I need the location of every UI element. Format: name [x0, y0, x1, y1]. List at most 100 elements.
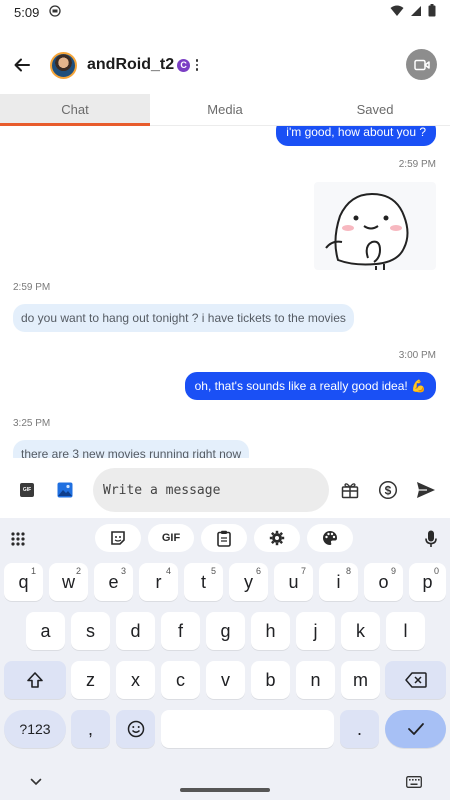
message-input[interactable] — [93, 468, 329, 512]
key-label: o — [378, 571, 389, 592]
checkmark-icon — [407, 723, 424, 735]
gif-keyboard-button[interactable]: GIF — [148, 524, 194, 552]
username[interactable]: andRoid_t2 — [87, 56, 174, 74]
outgoing-message[interactable]: oh, that's sounds like a really good ide… — [184, 372, 436, 400]
gif-button[interactable]: GIF — [8, 471, 46, 509]
cell-signal-icon — [410, 5, 422, 20]
key-a[interactable]: a — [26, 612, 65, 650]
key-f[interactable]: f — [161, 612, 200, 650]
clipboard-button[interactable] — [201, 524, 247, 552]
tab-chat[interactable]: Chat — [0, 94, 150, 126]
key-r[interactable]: r4 — [139, 563, 178, 601]
status-time: 5:09 — [14, 4, 40, 20]
gift-button[interactable] — [331, 471, 369, 509]
key-h[interactable]: h — [251, 612, 290, 650]
emoji-icon — [127, 720, 144, 738]
key-p[interactable]: p0 — [409, 563, 446, 601]
key-label: u — [288, 571, 299, 592]
outgoing-message[interactable]: i'm good, how about you ? — [276, 126, 436, 146]
mic-icon — [425, 530, 437, 547]
key-hint: 9 — [390, 566, 396, 576]
theme-button[interactable] — [307, 524, 353, 552]
keyboard-icon — [406, 776, 422, 788]
key-g[interactable]: g — [206, 612, 245, 650]
sticker-icon — [111, 531, 125, 545]
key-e[interactable]: e3 — [94, 563, 133, 601]
settings-icon — [269, 530, 285, 546]
key-w[interactable]: w2 — [49, 563, 88, 601]
comma-key[interactable]: , — [71, 710, 110, 748]
emoji-key[interactable] — [116, 710, 155, 748]
key-hint: 0 — [433, 566, 439, 576]
message-list[interactable]: i'm good, how about you ? 2:59 PM 2:59 P… — [0, 126, 450, 458]
key-label: q — [18, 571, 29, 592]
hide-keyboard-button[interactable] — [26, 772, 46, 792]
key-t[interactable]: t5 — [184, 563, 223, 601]
key-hint: 1 — [30, 566, 36, 576]
more-options-button[interactable] — [192, 55, 202, 75]
key-label: w — [62, 571, 75, 592]
symbols-key[interactable]: ?123 — [4, 710, 66, 748]
sticker-image[interactable] — [314, 182, 436, 270]
incoming-message[interactable]: do you want to hang out tonight ? i have… — [13, 304, 354, 332]
enter-key[interactable] — [385, 710, 446, 748]
key-label: t — [200, 571, 206, 592]
key-c[interactable]: c — [161, 661, 200, 699]
image-icon — [57, 482, 73, 498]
key-j[interactable]: j — [296, 612, 335, 650]
tab-bar: Chat Media Saved — [0, 94, 450, 126]
gift-icon — [341, 483, 359, 499]
space-key[interactable] — [161, 710, 334, 748]
message-timestamp: 2:59 PM — [398, 159, 436, 170]
key-q[interactable]: q1 — [4, 563, 43, 601]
key-k[interactable]: k — [341, 612, 380, 650]
key-hint: 6 — [255, 566, 261, 576]
send-button[interactable] — [407, 471, 445, 509]
voice-input-button[interactable] — [418, 526, 444, 552]
key-u[interactable]: u7 — [274, 563, 313, 601]
message-composer: GIF $ — [0, 462, 450, 518]
key-x[interactable]: x — [116, 661, 155, 699]
key-b[interactable]: b — [251, 661, 290, 699]
key-s[interactable]: s — [71, 612, 110, 650]
key-label: y — [244, 571, 253, 592]
incoming-message[interactable]: there are 3 new movies running right now — [13, 440, 250, 458]
key-z[interactable]: z — [71, 661, 110, 699]
switch-keyboard-button[interactable] — [404, 772, 424, 792]
key-hint: 4 — [165, 566, 171, 576]
chat-header: andRoid_t2 C — [0, 40, 450, 90]
key-y[interactable]: y6 — [229, 563, 268, 601]
period-key[interactable]: . — [340, 710, 379, 748]
video-call-button[interactable] — [406, 49, 437, 80]
notification-icon — [49, 4, 61, 20]
clipboard-icon — [217, 530, 231, 547]
back-button[interactable] — [2, 45, 42, 85]
key-l[interactable]: l — [386, 612, 425, 650]
settings-button[interactable] — [254, 524, 300, 552]
apps-grid-icon — [11, 532, 25, 546]
keyboard-toolbar: GIF — [0, 518, 450, 558]
key-m[interactable]: m — [341, 661, 380, 699]
key-hint: 8 — [345, 566, 351, 576]
message-timestamp: 2:59 PM — [13, 282, 51, 293]
tab-media[interactable]: Media — [150, 94, 300, 125]
key-label: i — [336, 571, 341, 592]
tab-saved[interactable]: Saved — [300, 94, 450, 125]
key-i[interactable]: i8 — [319, 563, 358, 601]
payment-button[interactable]: $ — [369, 471, 407, 509]
shift-icon — [27, 672, 43, 688]
soft-keyboard: GIF q1 w2 e3 r4 t5 y6 u7 i8 o9 p0 a s d … — [0, 518, 450, 800]
avatar[interactable] — [50, 51, 77, 79]
shift-key[interactable] — [4, 661, 66, 699]
backspace-key[interactable] — [385, 661, 446, 699]
apps-grid-button[interactable] — [5, 526, 31, 552]
image-button[interactable] — [46, 471, 84, 509]
key-hint: 2 — [75, 566, 81, 576]
gesture-handle[interactable] — [180, 788, 270, 792]
palette-icon — [323, 531, 337, 545]
key-n[interactable]: n — [296, 661, 335, 699]
key-o[interactable]: o9 — [364, 563, 403, 601]
sticker-button[interactable] — [95, 524, 141, 552]
key-d[interactable]: d — [116, 612, 155, 650]
key-v[interactable]: v — [206, 661, 245, 699]
